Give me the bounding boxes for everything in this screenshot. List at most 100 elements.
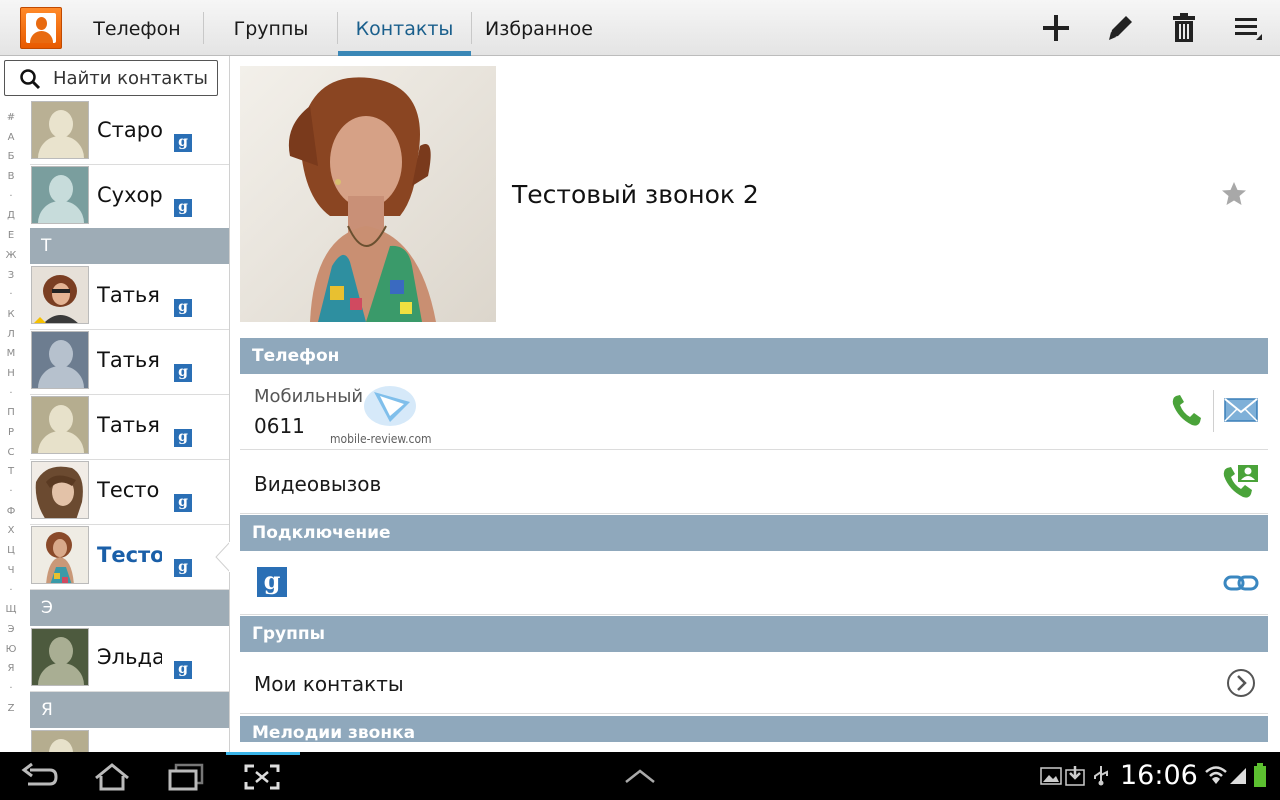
alphabet-index-letter[interactable]: П — [0, 403, 22, 423]
contact-list-item[interactable]: Сухору g — [30, 165, 230, 230]
usb-icon[interactable] — [1090, 764, 1112, 786]
tab-phone[interactable]: Телефон — [80, 0, 194, 56]
alphabet-index-letter[interactable]: Я — [0, 659, 22, 679]
google-account-icon: g — [257, 567, 287, 597]
google-account-icon: g — [174, 134, 192, 152]
avatar — [31, 266, 89, 324]
contact-list-item[interactable]: Татья g — [30, 265, 230, 330]
video-call-row[interactable]: Видеовызов — [240, 450, 1268, 514]
google-account-icon: g — [174, 364, 192, 382]
alphabet-index-letter[interactable]: Щ — [0, 600, 22, 620]
status-clock[interactable]: 16:06 — [1120, 760, 1198, 791]
alphabet-index-letter[interactable]: Е — [0, 226, 22, 246]
avatar — [31, 526, 89, 584]
back-icon[interactable] — [20, 762, 60, 792]
section-phone-header: Телефон — [240, 338, 1268, 374]
alphabet-index-letter[interactable]: # — [0, 108, 22, 128]
alphabet-index-letter[interactable]: Z — [0, 699, 22, 719]
avatar — [31, 396, 89, 454]
alphabet-index-letter[interactable]: · — [0, 384, 22, 404]
edit-icon[interactable] — [1102, 10, 1138, 46]
screenshot-glow — [226, 752, 300, 755]
video-call-label: Видеовызов — [254, 472, 382, 496]
chevron-right-icon[interactable] — [1226, 668, 1256, 698]
home-icon[interactable] — [92, 762, 132, 792]
alphabet-index-letter[interactable]: Т — [0, 462, 22, 482]
section-connection-header: Подключение — [240, 515, 1268, 551]
contact-name: Татья — [97, 348, 160, 372]
contact-name-title: Тестовый звонок 2 — [512, 180, 759, 209]
alphabet-index-letter[interactable]: К — [0, 305, 22, 325]
menu-icon[interactable] — [1230, 10, 1266, 46]
alphabet-index-letter[interactable]: Л — [0, 325, 22, 345]
alphabet-index-letter[interactable]: · — [0, 679, 22, 699]
alphabet-index[interactable]: # А Б В · Д Е Ж З · К Л М Н · П Р С Т · Ф Х Ц Ч · Щ Э Ю Я · Z — [0, 108, 22, 720]
contact-list-item[interactable]: Эльда g — [30, 627, 230, 692]
alphabet-index-letter[interactable]: Э — [0, 620, 22, 640]
gallery-notification-icon[interactable] — [1040, 766, 1062, 786]
contact-list-item[interactable]: Татья g — [30, 395, 230, 460]
row-action-divider — [1213, 390, 1214, 432]
alphabet-index-letter[interactable]: А — [0, 128, 22, 148]
connection-row[interactable]: g — [240, 551, 1268, 615]
alphabet-index-letter[interactable]: Н — [0, 364, 22, 384]
alphabet-index-letter[interactable]: Б — [0, 147, 22, 167]
contact-list-item[interactable] — [30, 729, 230, 752]
alphabet-index-letter[interactable]: · — [0, 581, 22, 601]
tab-contacts[interactable]: Контакты — [338, 0, 471, 56]
section-ringtone-header: Мелодии звонка — [240, 716, 1268, 742]
google-account-icon: g — [174, 429, 192, 447]
contact-name: Тесто — [97, 478, 160, 502]
alphabet-index-letter[interactable]: Х — [0, 521, 22, 541]
call-icon[interactable] — [1170, 394, 1202, 428]
google-account-icon: g — [174, 299, 192, 317]
google-account-icon: g — [174, 494, 192, 512]
alphabet-index-letter[interactable]: · — [0, 187, 22, 207]
section-header-t: Т — [30, 228, 230, 264]
alphabet-index-letter[interactable]: Ф — [0, 502, 22, 522]
alphabet-index-letter[interactable]: М — [0, 344, 22, 364]
contacts-app-icon[interactable] — [20, 7, 62, 49]
alphabet-index-letter[interactable]: Ч — [0, 561, 22, 581]
alphabet-index-letter[interactable]: З — [0, 266, 22, 286]
alphabet-index-letter[interactable]: · — [0, 482, 22, 502]
favorite-star-icon[interactable] — [1220, 180, 1248, 208]
tab-groups[interactable]: Группы — [214, 0, 328, 56]
alphabet-index-letter[interactable]: В — [0, 167, 22, 187]
tab-favorites[interactable]: Избранное — [478, 0, 600, 56]
avatar — [31, 331, 89, 389]
alphabet-index-letter[interactable]: Ж — [0, 246, 22, 266]
video-call-icon[interactable] — [1222, 464, 1260, 500]
recent-apps-icon[interactable] — [166, 762, 206, 792]
alphabet-index-letter[interactable]: С — [0, 443, 22, 463]
group-row[interactable]: Мои контакты — [240, 652, 1268, 714]
contact-list-item[interactable]: Тесто g — [30, 460, 230, 525]
section-header-ya: Я — [30, 692, 230, 728]
contact-photo[interactable] — [240, 66, 496, 322]
chevron-up-icon[interactable] — [622, 768, 658, 784]
signal-icon — [1230, 768, 1246, 784]
add-icon[interactable] — [1038, 10, 1074, 46]
alphabet-index-letter[interactable]: Р — [0, 423, 22, 443]
contact-name: Эльда — [97, 645, 162, 669]
contact-list[interactable]: Старо g Сухору g Т Татья g Татья g — [30, 100, 230, 752]
message-icon[interactable] — [1224, 396, 1258, 424]
avatar — [31, 730, 89, 752]
contact-list-item-selected[interactable]: Тесто g — [30, 525, 230, 590]
google-account-icon: g — [174, 199, 192, 217]
group-name: Мои контакты — [254, 672, 404, 696]
alphabet-index-letter[interactable]: Ю — [0, 640, 22, 660]
contact-list-item[interactable]: Старо g — [30, 100, 230, 165]
delete-icon[interactable] — [1166, 10, 1202, 46]
download-icon[interactable] — [1065, 764, 1085, 786]
contact-name: Тесто — [97, 543, 162, 567]
search-input[interactable]: Найти контакты — [4, 60, 218, 96]
alphabet-index-letter[interactable]: Ц — [0, 541, 22, 561]
link-icon[interactable] — [1222, 572, 1260, 594]
battery-icon — [1254, 763, 1266, 787]
alphabet-index-letter[interactable]: Д — [0, 206, 22, 226]
screenshot-icon[interactable] — [242, 762, 282, 792]
watermark: mobile-review.com — [330, 380, 440, 450]
alphabet-index-letter[interactable]: · — [0, 285, 22, 305]
contact-list-item[interactable]: Татья g — [30, 330, 230, 395]
